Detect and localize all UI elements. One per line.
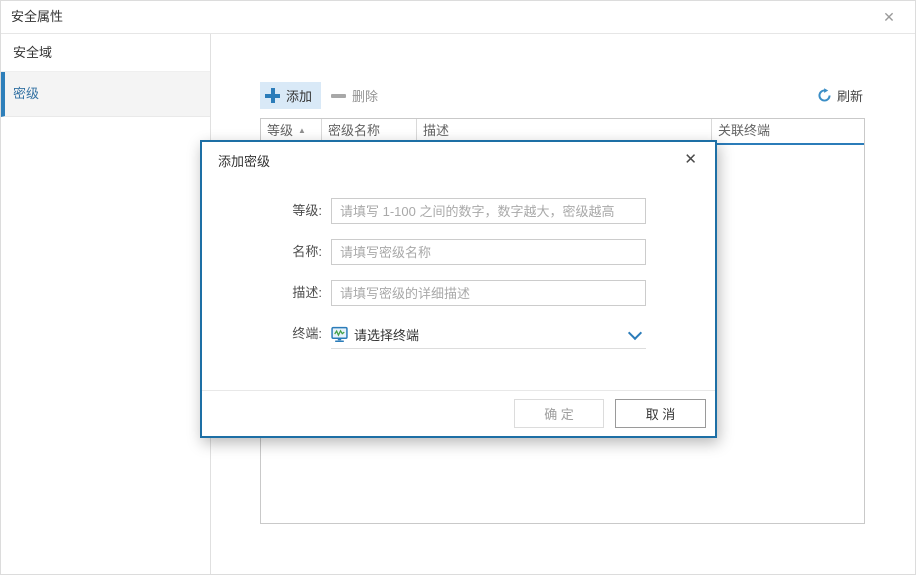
dialog-footer-divider xyxy=(202,390,715,391)
description-label: 描述: xyxy=(292,285,322,300)
security-properties-window: 安全属性 ✕ 安全域 密级 添加 删除 刷新 等级 ▲ 密级名称 描述 关联终端… xyxy=(0,0,916,575)
name-label: 名称: xyxy=(292,244,322,259)
description-field-row: 描述: xyxy=(202,280,715,307)
dialog-close-icon[interactable]: ✕ xyxy=(680,148,701,170)
name-input[interactable] xyxy=(331,239,646,265)
delete-button-label: 删除 xyxy=(352,89,379,104)
terminal-dropdown-value: 请选择终端 xyxy=(354,328,420,343)
delete-button[interactable]: 删除 xyxy=(325,82,384,109)
name-field-row: 名称: xyxy=(202,239,715,266)
sidebar-item-label: 安全域 xyxy=(13,45,53,60)
description-input[interactable] xyxy=(331,280,646,306)
close-icon[interactable]: ✕ xyxy=(877,1,901,33)
cancel-button[interactable]: 取 消 xyxy=(615,399,706,428)
sidebar-item-security-level[interactable]: 密级 xyxy=(1,72,210,117)
add-security-level-dialog: 添加密级 ✕ 等级: 名称: 描述: 终端: xyxy=(200,140,717,438)
refresh-button-label: 刷新 xyxy=(836,89,863,104)
level-label: 等级: xyxy=(292,203,322,218)
column-header-associated-terminals[interactable]: 关联终端 xyxy=(712,119,864,143)
terminal-dropdown[interactable]: 请选择终端 xyxy=(331,321,646,349)
dialog-title: 添加密级 xyxy=(218,154,271,169)
monitor-icon xyxy=(331,326,348,343)
sort-asc-icon[interactable]: ▲ xyxy=(298,126,306,135)
titlebar: 安全属性 ✕ xyxy=(1,1,915,34)
plus-icon xyxy=(265,88,280,103)
refresh-icon xyxy=(817,88,832,103)
refresh-button[interactable]: 刷新 xyxy=(817,83,863,108)
add-button[interactable]: 添加 xyxy=(260,82,322,109)
sidebar-item-security-domain[interactable]: 安全域 xyxy=(1,34,210,72)
level-field-row: 等级: xyxy=(202,198,715,225)
terminal-label: 终端: xyxy=(292,326,322,341)
window-title: 安全属性 xyxy=(11,9,64,24)
confirm-button[interactable]: 确 定 xyxy=(514,399,604,428)
minus-icon xyxy=(331,93,346,98)
level-input[interactable] xyxy=(331,198,646,224)
sidebar-item-label: 密级 xyxy=(13,86,40,101)
add-button-label: 添加 xyxy=(286,89,313,104)
sidebar: 安全域 密级 xyxy=(1,34,211,574)
terminal-field-row: 终端: 请选择终端 xyxy=(202,321,715,349)
chevron-down-icon xyxy=(627,325,643,341)
